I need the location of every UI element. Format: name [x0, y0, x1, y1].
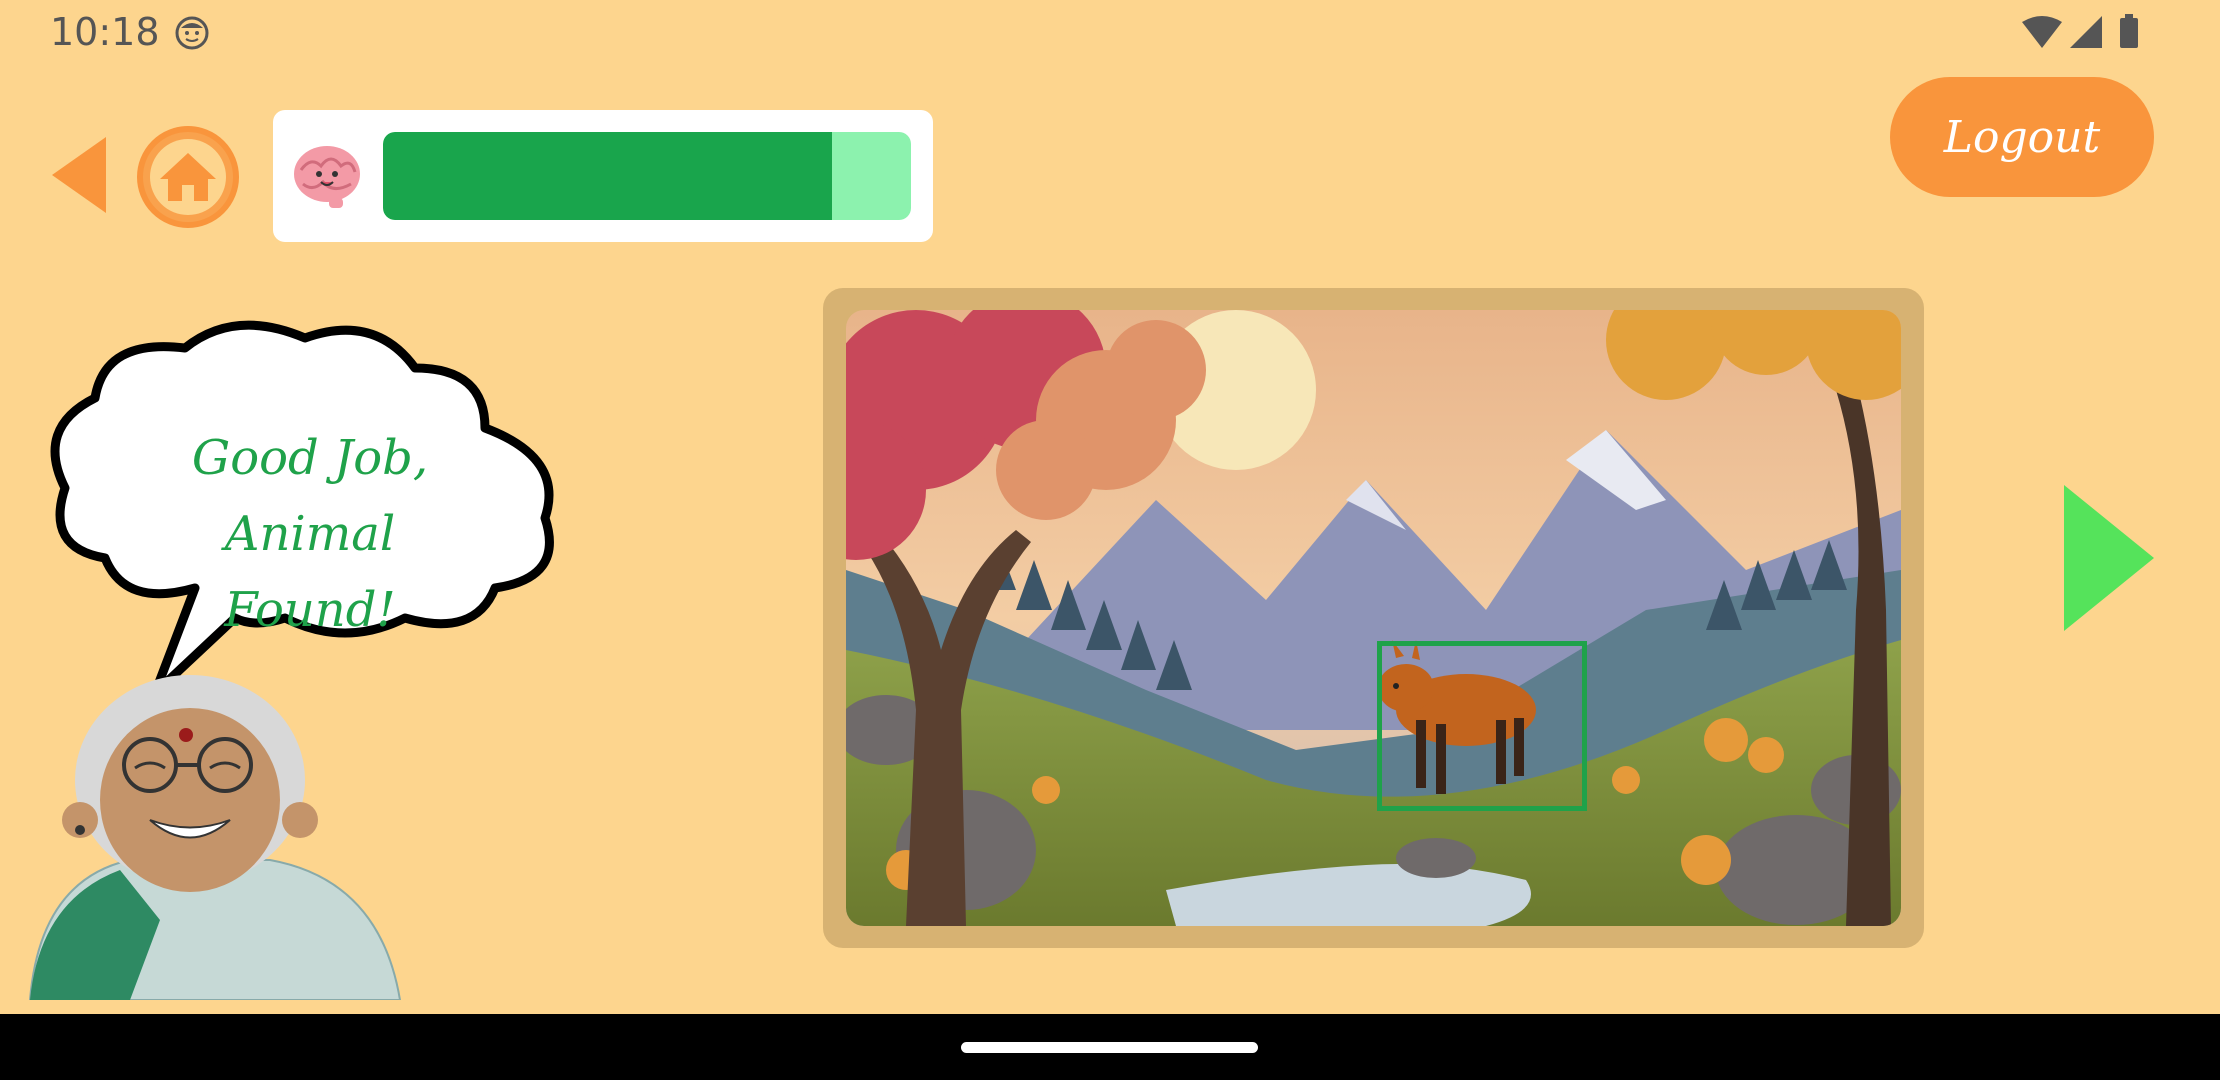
- progress-panel: [273, 110, 933, 242]
- speech-line-1: Good Job, Animal: [191, 430, 429, 562]
- progress-bar: [383, 132, 911, 220]
- next-triangle-icon: [2064, 485, 2154, 631]
- brain-icon: [294, 146, 360, 208]
- grandmother-character: [28, 675, 402, 1000]
- progress-bar-fill: [383, 132, 832, 220]
- wifi-icon: [2022, 16, 2062, 48]
- cell-signal-icon: [2070, 16, 2102, 48]
- status-icons: [2022, 14, 2138, 48]
- logout-button[interactable]: Logout: [1890, 77, 2154, 197]
- back-triangle-icon: [52, 137, 106, 213]
- back-button[interactable]: [50, 135, 110, 215]
- scene-image[interactable]: [846, 310, 1901, 926]
- landscape-illustration: [846, 310, 1901, 926]
- status-time: 10:18: [50, 10, 160, 54]
- battery-icon: [2120, 18, 2138, 48]
- next-button[interactable]: [2058, 483, 2158, 633]
- animal-found-highlight: [1377, 641, 1587, 811]
- home-button[interactable]: [136, 125, 240, 229]
- face-notification-icon: [175, 16, 209, 50]
- speech-text: Good Job, Animal Found!: [100, 420, 520, 648]
- speech-line-2: Found!: [224, 582, 396, 638]
- home-gesture-handle[interactable]: [961, 1042, 1258, 1053]
- scene-frame: [823, 288, 1924, 948]
